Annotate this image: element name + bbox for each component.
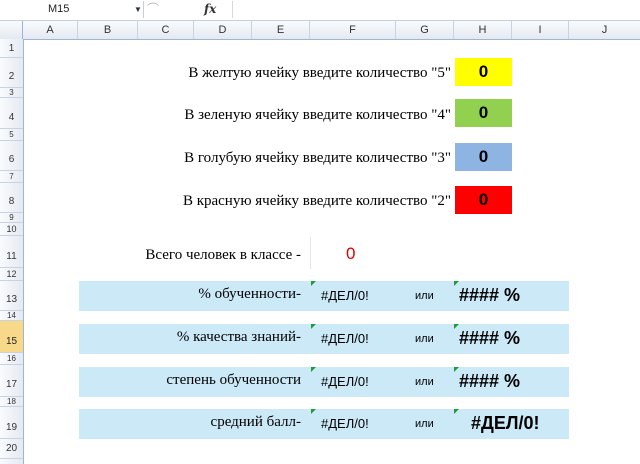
result-value[interactable]: #ДЕЛ/0!: [321, 374, 369, 389]
row-header-6[interactable]: 6: [0, 141, 23, 171]
result-row: % обученности- #ДЕЛ/0! или #### %: [79, 281, 569, 311]
column-header-a[interactable]: A: [23, 21, 78, 39]
comment-marker-icon: [454, 409, 459, 414]
input-cell-3[interactable]: 0: [455, 143, 512, 171]
result-value[interactable]: #ДЕЛ/0!: [321, 288, 369, 303]
chevron-down-icon[interactable]: ▼: [134, 1, 142, 18]
row-header-2[interactable]: 2: [0, 58, 23, 88]
input-label-4: В зеленую ячейку введите количество "4": [184, 107, 451, 123]
column-header-h[interactable]: H: [454, 21, 512, 39]
row-header-7[interactable]: 7: [0, 171, 23, 183]
result-value[interactable]: #ДЕЛ/0!: [321, 331, 369, 346]
column-header-e[interactable]: E: [252, 21, 310, 39]
row-headers: 1 2 3 4 5 6 7 8 9 10 11 12 13 14 15 16 1…: [0, 39, 24, 464]
row-header-8[interactable]: 8: [0, 183, 23, 213]
row-header-19[interactable]: 19: [0, 407, 23, 439]
comment-marker-icon: [311, 281, 316, 286]
column-header-f[interactable]: F: [310, 21, 396, 39]
column-header-c[interactable]: C: [138, 21, 194, 39]
column-header-j[interactable]: J: [569, 21, 640, 39]
or-label: или: [415, 333, 434, 345]
formula-bar-splitter[interactable]: ⌒: [147, 1, 169, 18]
input-label-5: В желтую ячейку введите количество "5": [188, 65, 451, 81]
cell-divider: [310, 237, 311, 269]
row-header-18[interactable]: 18: [0, 397, 23, 407]
row-header-3[interactable]: 3: [0, 88, 23, 98]
comment-marker-icon: [311, 324, 316, 329]
row-header-13[interactable]: 13: [0, 281, 23, 311]
result-value[interactable]: #ДЕЛ/0!: [321, 416, 369, 431]
input-label-3: В голубую ячейку введите количество "3": [184, 150, 451, 166]
column-header-g[interactable]: G: [396, 21, 454, 39]
input-label-2: В красную ячейку введите количество "2": [182, 193, 451, 209]
name-box-value: M15: [48, 3, 70, 15]
total-label: Всего человек в классе -: [145, 247, 301, 263]
result-row: степень обученности #ДЕЛ/0! или #### %: [79, 367, 569, 397]
input-cell-2[interactable]: 0: [455, 186, 512, 214]
column-header-i[interactable]: I: [512, 21, 569, 39]
select-all-corner[interactable]: [0, 21, 23, 39]
row-header-1[interactable]: 1: [0, 39, 23, 58]
comment-marker-icon: [311, 367, 316, 372]
total-value[interactable]: 0: [346, 244, 355, 264]
row-header-12[interactable]: 12: [0, 268, 23, 281]
column-header-b[interactable]: B: [78, 21, 138, 39]
formula-bar: M15 ▼ ⌒ fx: [0, 0, 640, 21]
row-header-15[interactable]: 15: [0, 321, 23, 353]
result-label: степень обученности: [166, 372, 301, 388]
row-header-14[interactable]: 14: [0, 311, 23, 321]
column-headers: A B C D E F G H I J: [0, 21, 640, 40]
row-header-16[interactable]: 16: [0, 353, 23, 365]
row-header-11[interactable]: 11: [0, 236, 23, 268]
result-percent[interactable]: #### %: [459, 328, 520, 349]
result-row: % качества знаний- #ДЕЛ/0! или #### %: [79, 324, 569, 354]
row-header-17[interactable]: 17: [0, 365, 23, 397]
result-label: % обученности-: [198, 286, 301, 302]
row-header-10[interactable]: 10: [0, 223, 23, 236]
input-cell-4[interactable]: 0: [455, 99, 512, 127]
row-header-20[interactable]: 20: [0, 439, 23, 459]
formula-input[interactable]: [232, 1, 640, 18]
input-cell-5[interactable]: 0: [455, 58, 512, 86]
result-percent[interactable]: #ДЕЛ/0!: [471, 413, 539, 434]
fx-label: fx: [204, 2, 217, 16]
insert-function-icon[interactable]: fx: [204, 0, 226, 19]
row-header-9[interactable]: 9: [0, 213, 23, 223]
row-header-4[interactable]: 4: [0, 98, 23, 129]
name-box[interactable]: M15 ▼: [0, 1, 144, 18]
result-label: средний балл-: [210, 414, 301, 430]
or-label: или: [415, 376, 434, 388]
column-header-d[interactable]: D: [194, 21, 252, 39]
result-percent[interactable]: #### %: [459, 285, 520, 306]
result-label: % качества знаний-: [176, 329, 301, 345]
result-percent[interactable]: #### %: [459, 371, 520, 392]
comment-marker-icon: [311, 409, 316, 414]
row-header-5[interactable]: 5: [0, 129, 23, 141]
or-label: или: [415, 290, 434, 302]
or-label: или: [415, 418, 434, 430]
result-row: средний балл- #ДЕЛ/0! или #ДЕЛ/0!: [79, 409, 569, 439]
